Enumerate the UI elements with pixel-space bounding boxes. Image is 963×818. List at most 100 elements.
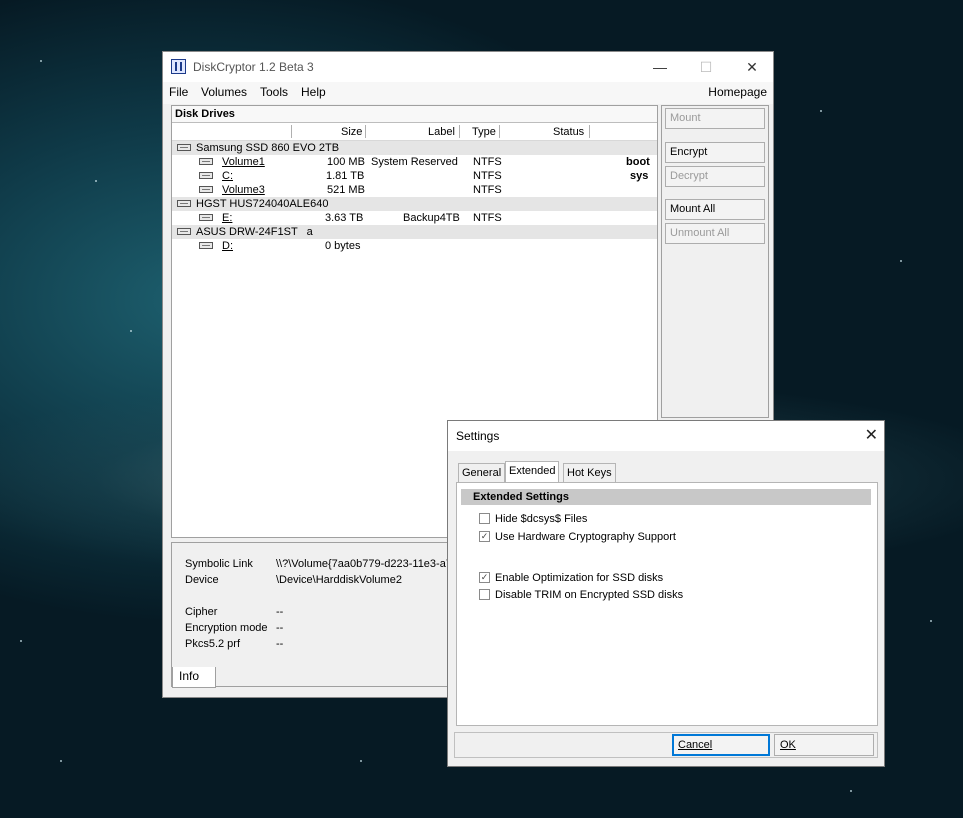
disable-trim-label: Disable TRIM on Encrypted SSD disks (495, 589, 684, 601)
star (95, 180, 97, 182)
volume-label: Backup4TB (403, 212, 460, 224)
menu-file[interactable]: File (169, 85, 188, 99)
volume-row[interactable]: D: 0 bytes (172, 239, 657, 253)
volume-row[interactable]: C: 1.81 TB NTFS sys (172, 169, 657, 183)
homepage-link[interactable]: Homepage (708, 85, 767, 99)
encryption-mode-label: Encryption mode (185, 622, 268, 634)
close-button[interactable]: ✕ (729, 52, 775, 82)
volume-type: NTFS (473, 170, 502, 182)
settings-close-button[interactable]: ✕ (865, 425, 878, 445)
column-type[interactable]: Type (472, 126, 496, 138)
volume-type: NTFS (473, 156, 502, 168)
menu-help[interactable]: Help (301, 85, 326, 99)
hide-dcsys-files-checkbox[interactable] (479, 513, 490, 524)
settings-title-bar[interactable]: Settings ✕ (448, 421, 884, 451)
volume-row[interactable]: E: 3.63 TB Backup4TB NTFS (172, 211, 657, 225)
column-separator (459, 125, 460, 138)
volume-icon (199, 172, 213, 179)
tab-info[interactable]: Info (172, 667, 216, 688)
volume-name: Volume1 (222, 156, 265, 168)
hard-disk-icon (177, 144, 191, 151)
disk-drives-header: Disk Drives (172, 106, 657, 123)
disk-name: ASUS DRW-24F1ST a (196, 226, 313, 238)
ssd-optimization-checkbox[interactable]: ✓ (479, 572, 490, 583)
menu-bar: File Volumes Tools Help Homepage (163, 82, 773, 104)
hard-disk-icon (177, 228, 191, 235)
volume-size: 100 MB (327, 156, 365, 168)
volume-name: C: (222, 170, 233, 182)
column-header: Size Label Type Status (172, 123, 657, 141)
symbolic-link-label: Symbolic Link (185, 558, 253, 570)
disable-trim-checkbox[interactable] (479, 589, 490, 600)
star (850, 790, 852, 792)
cancel-button[interactable]: Cancel (672, 734, 770, 756)
column-status[interactable]: Status (553, 126, 584, 138)
optical-drive-icon (199, 242, 213, 249)
disk-row[interactable]: HGST HUS724040ALE640 (172, 197, 657, 211)
volume-type: NTFS (473, 184, 502, 196)
volume-size: 521 MB (327, 184, 365, 196)
star (360, 760, 362, 762)
volume-row[interactable]: Volume3 521 MB NTFS (172, 183, 657, 197)
encrypt-button[interactable]: Encrypt (665, 142, 765, 163)
volume-name: E: (222, 212, 233, 224)
hardware-crypto-checkbox[interactable]: ✓ (479, 531, 490, 542)
volume-row[interactable]: Volume1 100 MB System Reserved NTFS boot (172, 155, 657, 169)
pkcs-value: -- (276, 638, 284, 650)
mount-all-button[interactable]: Mount All (665, 199, 765, 220)
ok-button[interactable]: OK (774, 734, 874, 756)
ssd-optimization-label: Enable Optimization for SSD disks (495, 572, 664, 584)
decrypt-button[interactable]: Decrypt (665, 166, 765, 187)
cipher-value: -- (276, 606, 284, 618)
extended-tab-content: Extended Settings Hide $dcsys$ Files ✓ U… (456, 482, 878, 726)
volume-icon (199, 158, 213, 165)
star (60, 760, 62, 762)
tab-hot-keys[interactable]: Hot Keys (563, 463, 616, 482)
star (130, 330, 132, 332)
hide-dcsys-files-label: Hide $dcsys$ Files (495, 513, 588, 525)
disk-name: Samsung SSD 860 EVO 2TB (196, 142, 340, 154)
check-mark-icon: ✓ (480, 572, 489, 582)
info-panel: Symbolic Link \\?\Volume{7aa0b779-d223-1… (171, 542, 452, 688)
volume-type: NTFS (473, 212, 502, 224)
mount-button[interactable]: Mount (665, 108, 765, 129)
volume-status: boot (626, 156, 650, 168)
volume-size: 3.63 TB (325, 212, 364, 224)
device-label: Device (185, 574, 219, 586)
unmount-all-button[interactable]: Unmount All (665, 223, 765, 244)
menu-volumes[interactable]: Volumes (201, 85, 247, 99)
tab-general[interactable]: General (458, 463, 506, 482)
volume-status: sys (630, 170, 649, 182)
title-bar[interactable]: DiskCryptor 1.2 Beta 3 — ☐ ✕ (163, 52, 773, 82)
tab-extended[interactable]: Extended (505, 461, 560, 483)
column-label[interactable]: Label (428, 126, 455, 138)
diskcryptor-app-icon (171, 59, 186, 74)
symbolic-link-value: \\?\Volume{7aa0b779-d223-11e3-a7 (276, 558, 452, 570)
encryption-mode-value: -- (276, 622, 284, 634)
device-value: \Device\HarddiskVolume2 (276, 574, 402, 586)
volume-size: 0 bytes (325, 240, 361, 252)
volume-size: 1.81 TB (326, 170, 365, 182)
volume-icon (199, 214, 213, 221)
column-separator (589, 125, 590, 138)
disk-row[interactable]: ASUS DRW-24F1ST a (172, 225, 657, 239)
cancel-label: Cancel (678, 739, 713, 751)
column-separator (365, 125, 366, 138)
menu-tools[interactable]: Tools (260, 85, 288, 99)
disk-row[interactable]: Samsung SSD 860 EVO 2TB (172, 141, 657, 155)
volume-name: Volume3 (222, 184, 265, 196)
hard-disk-icon (177, 200, 191, 207)
column-separator (291, 125, 292, 138)
settings-tabs: General Extended Hot Keys (458, 461, 876, 483)
maximize-button[interactable]: ☐ (683, 52, 729, 82)
star (820, 110, 822, 112)
column-size[interactable]: Size (341, 126, 362, 138)
pkcs-label: Pkcs5.2 prf (185, 638, 241, 650)
volume-icon (199, 186, 213, 193)
extended-settings-header: Extended Settings (461, 489, 871, 505)
settings-title: Settings (456, 429, 500, 443)
disk-name: HGST HUS724040ALE640 (196, 198, 329, 210)
minimize-button[interactable]: — (637, 52, 683, 82)
volume-label: System Reserved (371, 156, 458, 168)
settings-dialog: Settings ✕ General Extended Hot Keys Ext… (447, 420, 885, 767)
